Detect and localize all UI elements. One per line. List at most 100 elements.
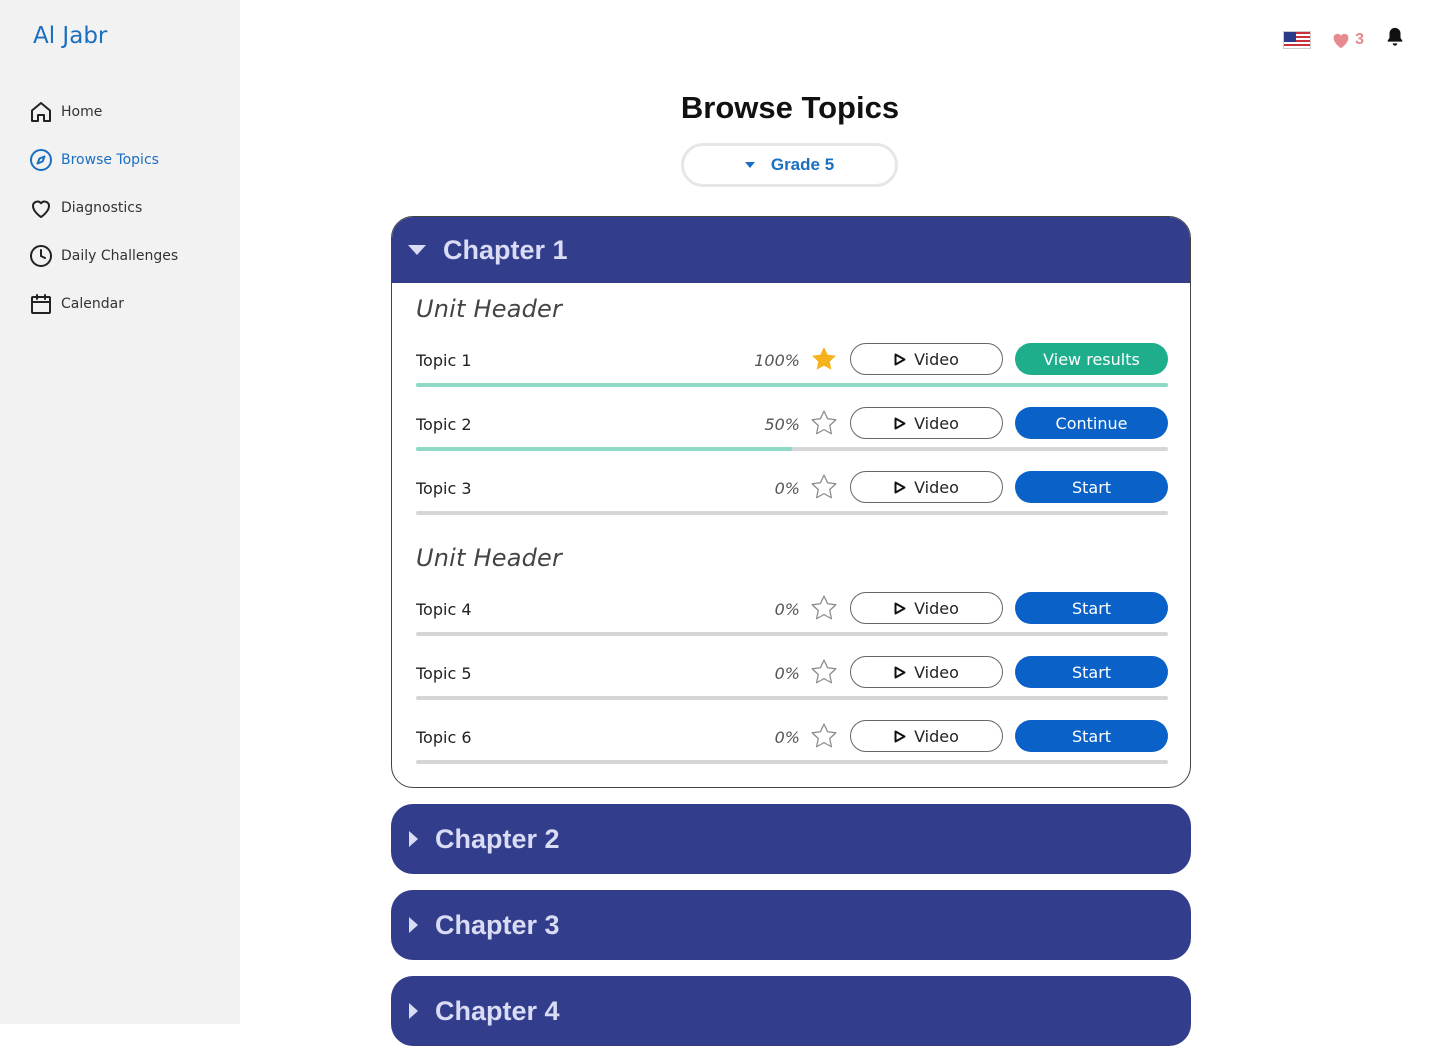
chapter-header[interactable]: Chapter 1 bbox=[392, 217, 1190, 283]
topic-progress-bar bbox=[416, 632, 1168, 636]
topic-percent: 50% bbox=[764, 415, 800, 434]
clock-icon bbox=[28, 244, 53, 269]
star-filled-icon bbox=[809, 344, 839, 374]
topic-percent: 0% bbox=[774, 600, 800, 619]
video-button-label: Video bbox=[914, 726, 959, 746]
grade-select-value: Grade 5 bbox=[770, 155, 835, 174]
sidebar-item-label: Home bbox=[61, 104, 103, 120]
home-icon bbox=[28, 100, 53, 125]
compass-icon bbox=[28, 148, 53, 173]
topic-action-button[interactable]: Start bbox=[1015, 592, 1168, 624]
progress-fill bbox=[416, 447, 792, 451]
unit-header: Unit Header bbox=[416, 295, 563, 323]
topic-name: Topic 6 bbox=[416, 728, 472, 747]
topbar-icons: 3 bbox=[1283, 26, 1406, 53]
play-icon bbox=[894, 417, 906, 429]
sidebar-item-daily-challenges[interactable]: Daily Challenges bbox=[28, 232, 178, 280]
chapter-title: Chapter 4 bbox=[435, 995, 560, 1026]
sidebar-item-label: Diagnostics bbox=[61, 200, 143, 216]
video-button[interactable]: Video bbox=[850, 407, 1003, 439]
bell-icon[interactable] bbox=[1384, 26, 1406, 53]
video-button[interactable]: Video bbox=[850, 720, 1003, 752]
topic-name: Topic 3 bbox=[416, 479, 472, 498]
star-outline-icon bbox=[809, 408, 839, 438]
topic-name: Topic 1 bbox=[416, 351, 472, 370]
calendar-icon bbox=[28, 292, 53, 317]
heart-outline-icon bbox=[28, 196, 53, 221]
chapter-panel: Chapter 2 bbox=[391, 804, 1191, 874]
topic-name: Topic 5 bbox=[416, 664, 472, 683]
progress-fill bbox=[416, 383, 1168, 387]
play-icon bbox=[894, 666, 906, 678]
star-outline-icon bbox=[809, 593, 839, 623]
topic-row: Topic 2 50% Video Continue bbox=[416, 407, 1168, 454]
sidebar-item-label: Daily Challenges bbox=[61, 248, 179, 264]
topic-action-button[interactable]: Start bbox=[1015, 471, 1168, 503]
topic-action-button[interactable]: View results bbox=[1015, 343, 1168, 375]
topic-row: Topic 4 0% Video Start bbox=[416, 592, 1168, 639]
sidebar-item-diagnostics[interactable]: Diagnostics bbox=[28, 184, 178, 232]
topic-progress-bar bbox=[416, 760, 1168, 764]
unit-header: Unit Header bbox=[416, 544, 563, 572]
topic-progress-bar bbox=[416, 447, 1168, 451]
video-button-label: Video bbox=[914, 349, 959, 369]
play-icon bbox=[894, 730, 906, 742]
topic-percent: 0% bbox=[774, 728, 800, 747]
us-flag-icon[interactable] bbox=[1283, 30, 1312, 49]
play-icon bbox=[894, 602, 906, 614]
chapter-title: Chapter 2 bbox=[435, 823, 560, 854]
topic-row: Topic 1 100% Video View results bbox=[416, 343, 1168, 390]
lives-count: 3 bbox=[1355, 30, 1364, 48]
play-icon bbox=[894, 481, 906, 493]
play-icon bbox=[894, 353, 906, 365]
topic-name: Topic 2 bbox=[416, 415, 472, 434]
topic-percent: 100% bbox=[754, 351, 800, 370]
topic-row: Topic 5 0% Video Start bbox=[416, 656, 1168, 703]
star-outline-icon bbox=[809, 657, 839, 687]
sidebar-item-label: Calendar bbox=[61, 296, 124, 312]
caret-down-icon bbox=[744, 162, 755, 168]
star-outline-icon bbox=[809, 472, 839, 502]
chapter-header[interactable]: Chapter 3 bbox=[391, 890, 1191, 960]
caret-down-icon bbox=[408, 245, 426, 255]
chapter-header[interactable]: Chapter 4 bbox=[391, 976, 1191, 1046]
topic-progress-bar bbox=[416, 511, 1168, 515]
app-logo[interactable]: Al Jabr bbox=[33, 23, 107, 49]
topic-row: Topic 3 0% Video Start bbox=[416, 471, 1168, 518]
sidebar-item-calendar[interactable]: Calendar bbox=[28, 280, 178, 328]
topic-name: Topic 4 bbox=[416, 600, 472, 619]
chapter-panel: Chapter 4 bbox=[391, 976, 1191, 1046]
topic-progress-bar bbox=[416, 696, 1168, 700]
topic-action-button[interactable]: Continue bbox=[1015, 407, 1168, 439]
sidebar-item-home[interactable]: Home bbox=[28, 88, 178, 136]
caret-right-icon bbox=[409, 1003, 418, 1019]
sidebar: Al Jabr Home Browse Topics Diagnostics D… bbox=[0, 0, 240, 1024]
chapter-panel: Chapter 3 bbox=[391, 890, 1191, 960]
topic-percent: 0% bbox=[774, 664, 800, 683]
video-button[interactable]: Video bbox=[850, 471, 1003, 503]
caret-right-icon bbox=[409, 917, 418, 933]
grade-select[interactable]: Grade 5 bbox=[681, 143, 898, 187]
topic-row: Topic 6 0% Video Start bbox=[416, 720, 1168, 767]
video-button-label: Video bbox=[914, 477, 959, 497]
video-button-label: Video bbox=[914, 413, 959, 433]
video-button-label: Video bbox=[914, 598, 959, 618]
star-outline-icon bbox=[809, 721, 839, 751]
caret-right-icon bbox=[409, 831, 418, 847]
heart-icon bbox=[1333, 33, 1349, 48]
topic-percent: 0% bbox=[774, 479, 800, 498]
lives-counter[interactable]: 3 bbox=[1331, 31, 1364, 49]
chapter-panel: Chapter 1 Unit Header Topic 1 100% Video… bbox=[391, 216, 1191, 788]
chapter-title: Chapter 1 bbox=[443, 234, 568, 265]
chapter-header[interactable]: Chapter 2 bbox=[391, 804, 1191, 874]
topic-action-button[interactable]: Start bbox=[1015, 720, 1168, 752]
chapter-title: Chapter 3 bbox=[435, 909, 560, 940]
video-button[interactable]: Video bbox=[850, 592, 1003, 624]
sidebar-item-browse-topics[interactable]: Browse Topics bbox=[28, 136, 178, 184]
video-button[interactable]: Video bbox=[850, 343, 1003, 375]
video-button-label: Video bbox=[914, 662, 959, 682]
page-title: Browse Topics bbox=[680, 90, 900, 125]
sidebar-item-label: Browse Topics bbox=[61, 152, 159, 168]
video-button[interactable]: Video bbox=[850, 656, 1003, 688]
topic-action-button[interactable]: Start bbox=[1015, 656, 1168, 688]
